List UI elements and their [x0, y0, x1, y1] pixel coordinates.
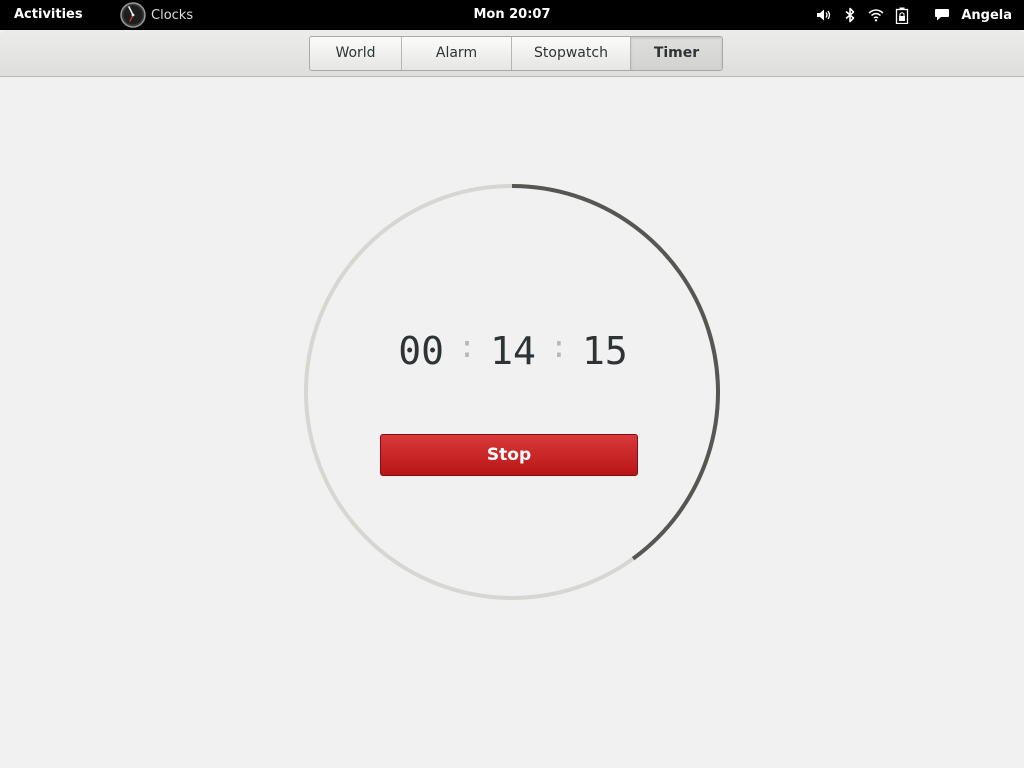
timer-progress-ring [304, 184, 720, 600]
tab-alarm[interactable]: Alarm [402, 37, 512, 70]
timer-minutes: 14 [490, 329, 536, 373]
user-name: Angela [961, 7, 1012, 23]
timer-separator: : [549, 329, 568, 365]
ring-track [304, 184, 720, 600]
top-panel: Activities Clocks Mon 20:07 Angela [0, 0, 1024, 30]
view-switcher: World Alarm Stopwatch Timer [309, 36, 723, 71]
status-area: Angela [815, 0, 1024, 30]
app-menu[interactable]: Clocks [120, 2, 193, 28]
clock-button[interactable]: Mon 20:07 [473, 7, 550, 22]
wifi-icon[interactable] [867, 6, 885, 24]
tab-timer[interactable]: Timer [631, 37, 722, 70]
timer-hours: 00 [398, 329, 445, 373]
activities-button[interactable]: Activities [14, 7, 83, 22]
bluetooth-icon[interactable] [841, 6, 859, 24]
tab-stopwatch[interactable]: Stopwatch [512, 37, 631, 70]
tab-world[interactable]: World [310, 37, 402, 70]
timer-seconds: 15 [581, 329, 628, 373]
app-name: Clocks [151, 7, 194, 23]
timer-display: 00 : 14 : 15 [380, 326, 646, 376]
toolbar: World Alarm Stopwatch Timer [0, 30, 1024, 77]
battery-icon[interactable] [893, 6, 911, 24]
stop-button[interactable]: Stop [380, 434, 638, 476]
chat-icon [933, 6, 951, 24]
volume-icon[interactable] [815, 6, 833, 24]
user-menu[interactable]: Angela [933, 6, 1012, 24]
timer-separator: : [458, 329, 477, 365]
clocks-app-icon [120, 2, 146, 28]
clocks-window: World Alarm Stopwatch Timer 00 : 14 : 15… [0, 30, 1024, 768]
